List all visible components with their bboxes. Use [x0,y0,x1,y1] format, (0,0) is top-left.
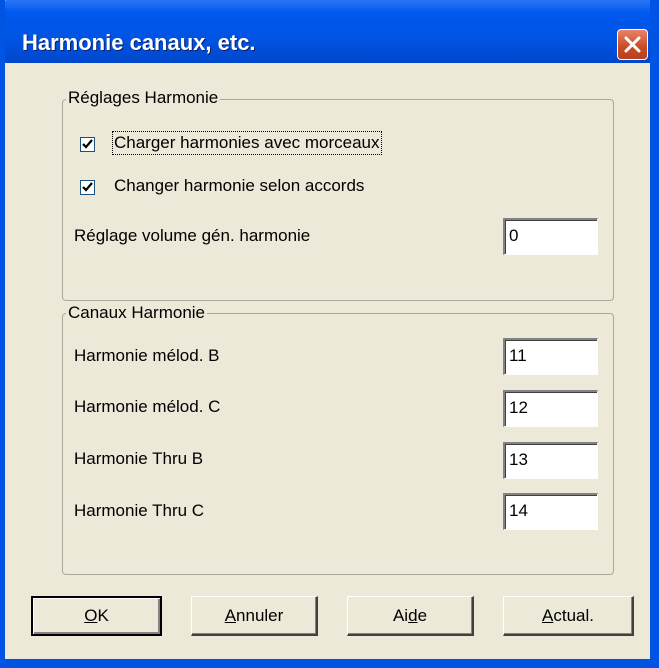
ok-button[interactable]: OK [31,596,162,636]
ok-button-post: K [97,606,109,625]
charger-harmonies-label[interactable]: Charger harmonies avec morceaux [112,131,382,155]
window-frame-bottom [0,659,659,668]
harmonie-melod-c-field[interactable]: 12 [503,390,598,427]
harmonie-thru-c-label: Harmonie Thru C [74,501,205,520]
reglages-harmonie-group [62,99,614,301]
ok-button-mnemonic: O [84,606,98,625]
aide-button[interactable]: Aide [347,596,474,636]
annuler-button[interactable]: Annuler [191,596,318,636]
volume-harmonie-label: Réglage volume gén. harmonie [74,226,311,245]
close-icon [624,36,641,53]
actual-button-mnemonic: A [542,606,554,625]
harmonie-thru-b-label: Harmonie Thru B [74,449,204,468]
harmonie-melod-b-field[interactable]: 11 [503,338,598,375]
changer-harmonie-checkbox[interactable] [80,180,95,195]
actual-button[interactable]: Actual. [503,596,634,636]
harmonie-thru-b-field[interactable]: 13 [503,442,598,479]
dialog-window: Harmonie canaux, etc. Réglages Harmonie … [0,0,659,668]
annuler-button-post: nnuler [236,606,284,625]
window-frame-right [650,0,659,668]
harmonie-melod-b-label: Harmonie mélod. B [74,346,220,365]
window-title: Harmonie canaux, etc. [22,30,256,55]
checkmark-icon [82,182,93,192]
close-button[interactable] [617,29,648,60]
aide-button-post: e [417,606,428,625]
actual-button-post: ctual. [553,606,594,625]
checkmark-icon [82,139,93,149]
aide-button-mnemonic: d [408,606,418,625]
annuler-button-mnemonic: A [224,606,237,625]
dialog-client-area: Réglages Harmonie Charger harmonies avec… [5,63,650,659]
changer-harmonie-label[interactable]: Changer harmonie selon accords [114,176,364,196]
reglages-harmonie-title: Réglages Harmonie [66,88,221,108]
canaux-harmonie-title: Canaux Harmonie [66,303,208,323]
aide-button-pre: Ai [392,606,409,625]
harmonie-melod-c-label: Harmonie mélod. C [74,397,221,416]
harmonie-thru-c-field[interactable]: 14 [503,493,598,530]
charger-harmonies-checkbox[interactable] [80,137,95,152]
volume-harmonie-field[interactable]: 0 [503,218,598,255]
